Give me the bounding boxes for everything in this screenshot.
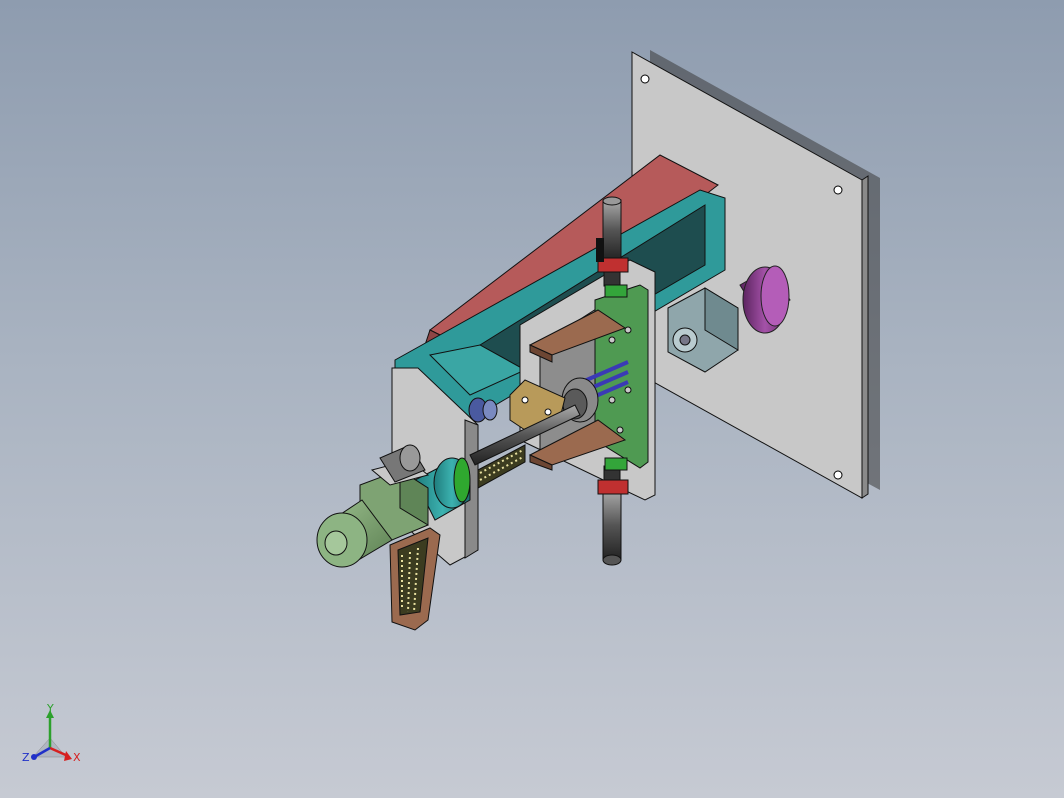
triad-x-label: X	[73, 751, 81, 764]
x-arrow-icon	[64, 751, 72, 761]
z-arrow-icon	[31, 754, 37, 760]
cad-viewport[interactable]: Y X Z	[0, 0, 1064, 798]
orientation-triad[interactable]: Y X Z	[0, 0, 1064, 798]
triad-y-label: Y	[46, 702, 54, 715]
triad-z-label: Z	[22, 751, 30, 764]
